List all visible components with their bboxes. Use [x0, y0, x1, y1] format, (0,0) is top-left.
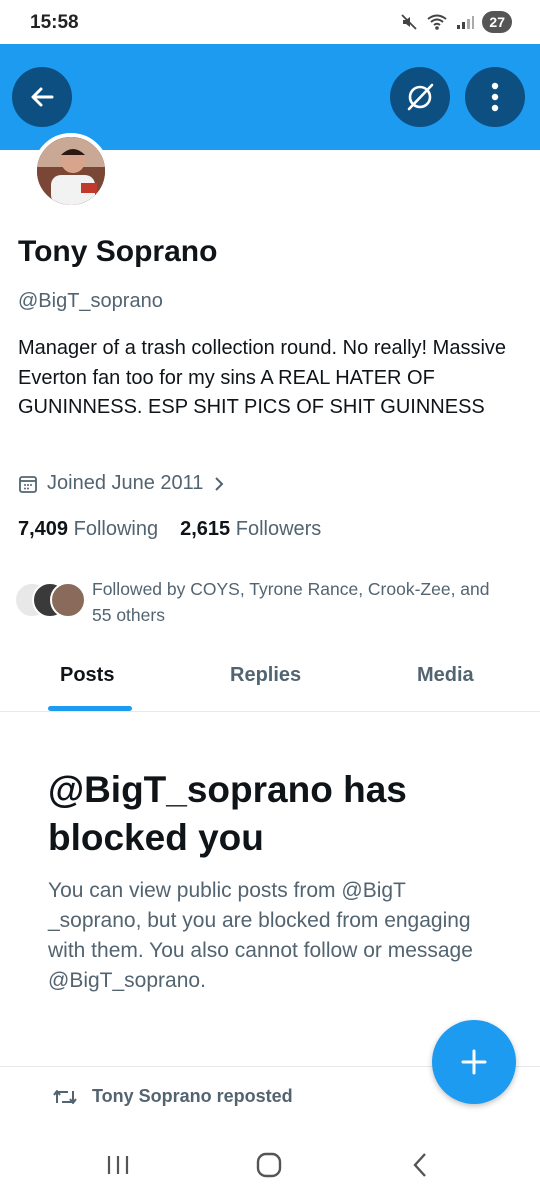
tab-replies[interactable]: Replies: [230, 664, 301, 687]
mute-icon: [401, 14, 418, 30]
profile-avatar[interactable]: [33, 133, 109, 209]
compose-button[interactable]: [432, 1020, 516, 1104]
back-nav-button[interactable]: [400, 1150, 440, 1180]
battery-badge: 27: [482, 11, 512, 33]
more-options-button[interactable]: [465, 67, 525, 127]
home-icon: [256, 1152, 282, 1178]
calendar-icon: [19, 475, 37, 493]
home-button[interactable]: [249, 1150, 289, 1180]
following-link[interactable]: 7,409 Following: [18, 518, 158, 541]
grok-icon: [407, 83, 434, 111]
chevron-right-icon: [215, 476, 224, 491]
recent-apps-icon: [107, 1156, 129, 1174]
system-nav-bar: [0, 1128, 540, 1200]
signal-icon: [457, 16, 475, 29]
grok-button[interactable]: [390, 67, 450, 127]
follow-stats: 7,409 Following 2,615 Followers: [18, 518, 321, 541]
status-time: 15:58: [30, 12, 79, 33]
tab-posts[interactable]: Posts: [60, 664, 114, 687]
followed-by-row[interactable]: Followed by COYS, Tyrone Rance, Crook-Ze…: [14, 576, 490, 625]
blocked-body: You can view public posts from @BigT _so…: [48, 879, 473, 992]
repost-label: Tony Soprano reposted: [92, 1086, 293, 1106]
status-bar: 15:58 27: [0, 0, 540, 44]
plus-icon: [461, 1049, 487, 1075]
chevron-left-icon: [413, 1153, 426, 1177]
follower-avatar: [50, 582, 86, 618]
more-vertical-icon: [491, 82, 499, 112]
following-count: 7,409: [18, 518, 69, 540]
profile-name: Tony Soprano: [18, 235, 218, 268]
blocked-title: @BigT_soprano has blocked you: [48, 769, 407, 858]
recent-apps-button[interactable]: [98, 1150, 138, 1180]
repost-icon: [53, 1089, 77, 1104]
followers-count: 2,615: [180, 518, 231, 540]
followers-link[interactable]: 2,615 Followers: [180, 518, 321, 541]
tab-media[interactable]: Media: [417, 664, 474, 687]
back-button[interactable]: [12, 67, 72, 127]
followed-by-avatars: [14, 576, 86, 622]
active-tab-indicator: [48, 706, 132, 711]
profile-bio: Manager of a trash collection round. No …: [18, 337, 507, 418]
arrow-left-icon: [31, 87, 54, 107]
followed-by-text: Followed by COYS, Tyrone Rance, Crook-Ze…: [92, 579, 490, 625]
joined-date-row[interactable]: Joined June 2011: [18, 472, 226, 495]
wifi-icon: [427, 14, 448, 30]
profile-handle: @BigT_soprano: [18, 290, 163, 312]
joined-label: Joined June 2011: [47, 472, 204, 494]
followers-label: Followers: [235, 518, 322, 540]
following-label: Following: [73, 518, 159, 540]
avatar-photo: [37, 137, 105, 205]
status-icons: 27: [400, 11, 512, 33]
repost-header[interactable]: Tony Soprano reposted: [52, 1086, 293, 1107]
profile-tabs: Posts Replies Media: [0, 646, 540, 712]
